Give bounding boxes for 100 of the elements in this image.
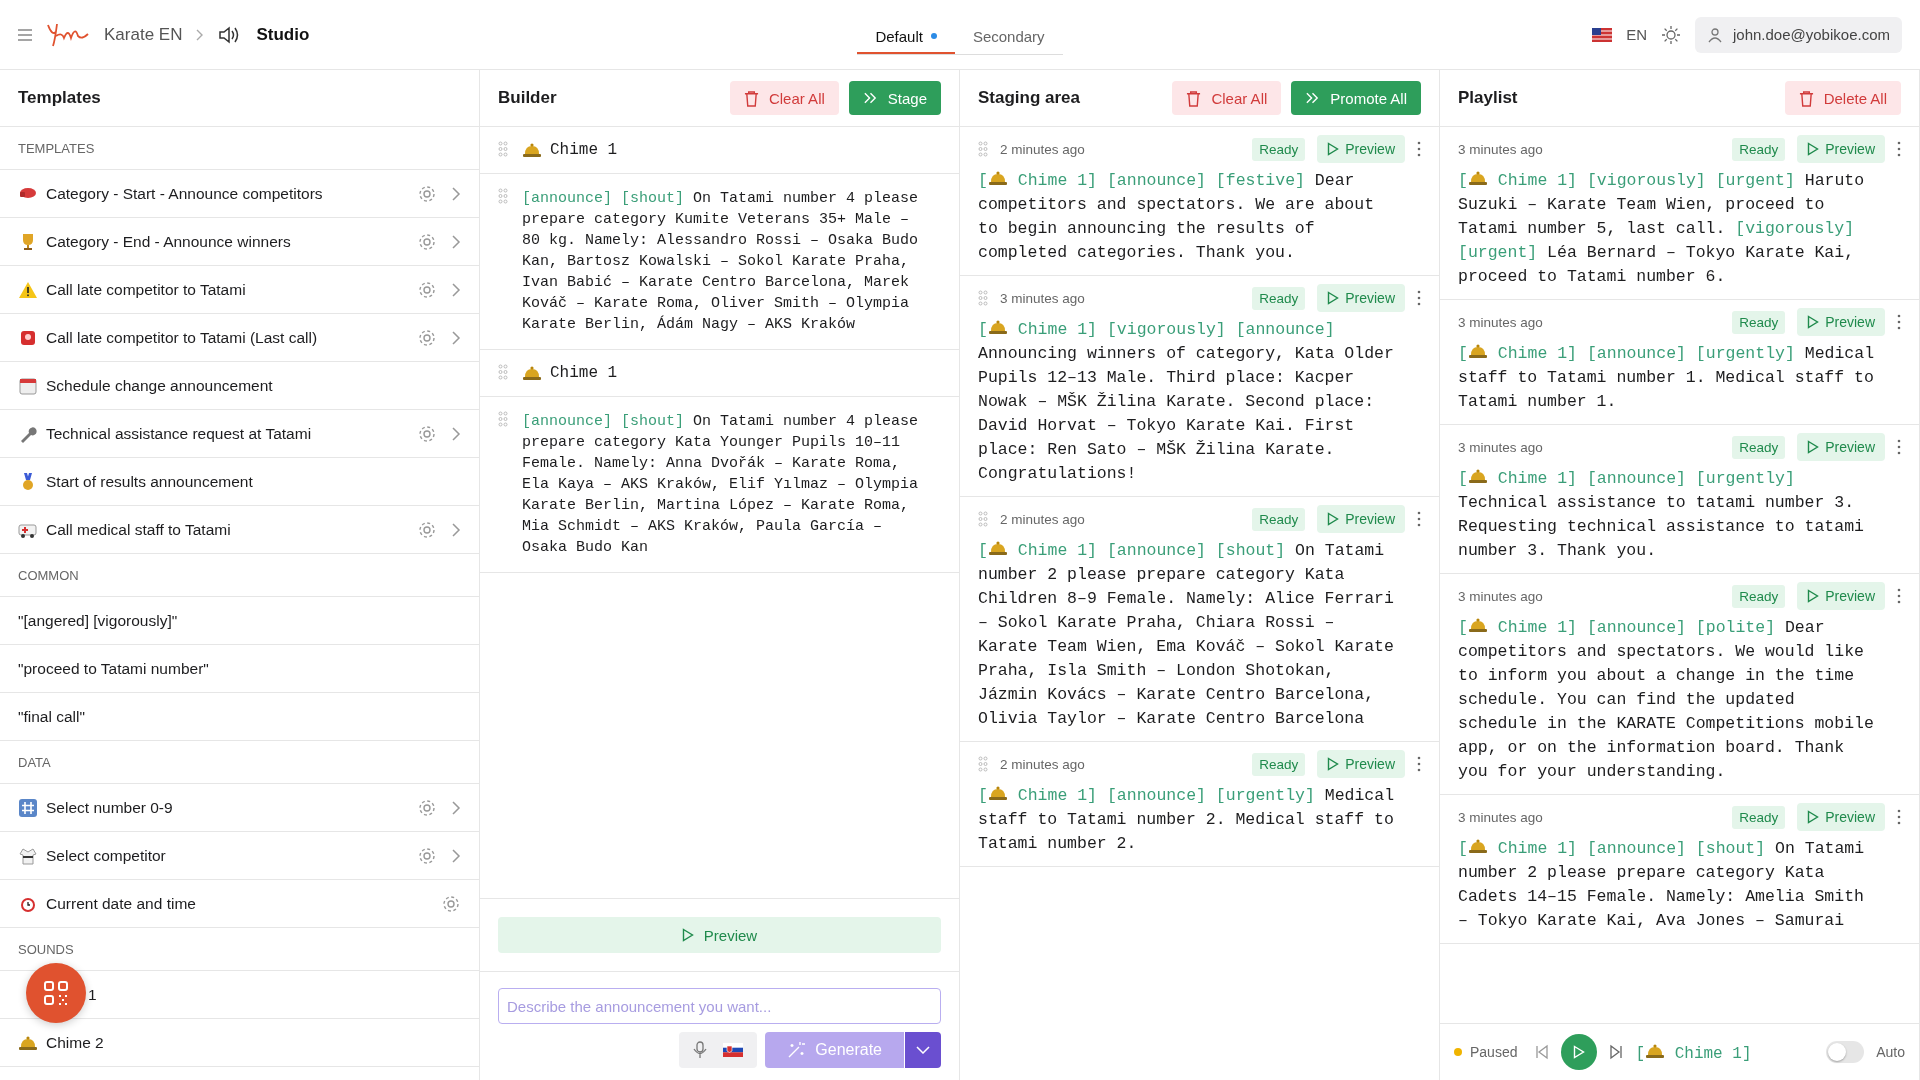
announcement-text: [ Chime 1] [vigorously] [urgent] Haruto Suzuki – Karate Team Wien, proceed to Tatami number 5, last call. [vigorously] [urgent] Léa Bernard – Tokyo Karate Kai, proceed to Tatami number 6. <box>1458 169 1866 288</box>
drag-handle-icon[interactable] <box>498 364 508 380</box>
section-heading: DATA <box>0 741 479 784</box>
microphone-icon <box>693 1041 708 1059</box>
drag-handle-icon[interactable] <box>498 141 508 157</box>
preview-button[interactable]: Preview <box>1797 308 1885 336</box>
preview-button[interactable]: Preview <box>1797 803 1885 831</box>
drag-handle-icon[interactable] <box>978 756 988 772</box>
template-label[interactable]: Schedule change announcement <box>46 376 273 395</box>
play-button[interactable] <box>1561 1034 1598 1070</box>
template-label[interactable]: 1 <box>88 985 97 1004</box>
template-label[interactable]: Select competitor <box>46 846 166 865</box>
template-label[interactable]: Call medical staff to Tatami <box>46 520 231 539</box>
announcement-text: [ Chime 1] [announce] [polite] Dear competitors and spectators. We would like to inform you about a change in the time schedule. You can find the updated schedule in the KARATE Competitions mobile app, or on the information board. Thank you for your understanding. <box>1458 616 1875 783</box>
template-label[interactable]: Category - Start - Announce competitors <box>46 184 323 203</box>
chevron-right-icon[interactable] <box>451 799 461 816</box>
template-label[interactable]: Call late competitor to Tatami <box>46 280 246 299</box>
auto-toggle[interactable] <box>1826 1041 1865 1063</box>
template-label[interactable]: Technical assistance request at Tatami <box>46 424 312 443</box>
prompt-field[interactable]: Describe the announcement you want... <box>498 988 941 1024</box>
preview-button[interactable]: Preview <box>1317 284 1405 312</box>
tab[interactable]: Secondary <box>954 20 1063 54</box>
settings-icon[interactable] <box>417 423 437 444</box>
chevron-right-icon[interactable] <box>451 847 461 864</box>
template-label[interactable]: Category - End - Announce winners <box>46 232 291 251</box>
toggle-label: Auto <box>1876 1044 1905 1060</box>
template-label[interactable]: Current date and time <box>46 894 196 913</box>
flag-icon <box>723 1043 744 1057</box>
preview-button[interactable]: Preview <box>1317 135 1405 163</box>
chevron-right-icon[interactable] <box>451 521 461 538</box>
preview-button[interactable]: Preview <box>1797 135 1885 163</box>
hash-icon <box>18 797 38 818</box>
preview-button[interactable]: Preview <box>498 917 941 953</box>
sun-icon[interactable] <box>1661 24 1681 45</box>
play-icon <box>1327 142 1340 156</box>
drag-handle-icon[interactable] <box>978 290 988 306</box>
more-options-icon[interactable] <box>1417 756 1421 772</box>
more-options-icon[interactable] <box>1897 809 1901 825</box>
player-status: Paused <box>1470 1044 1518 1060</box>
template-label[interactable]: "proceed to Tatami number" <box>18 659 209 678</box>
caret-icon <box>916 1046 930 1054</box>
more-options-icon[interactable] <box>1417 511 1421 527</box>
drag-handle-icon[interactable] <box>978 511 988 527</box>
qr-code-button[interactable] <box>26 963 86 1023</box>
more-options-icon[interactable] <box>1897 439 1901 455</box>
more-options-icon[interactable] <box>1417 141 1421 157</box>
announcement-text: [ Chime 1] [announce] [festive] Dear competitors and spectators. We are about to begin announcing the results of completed categories. Thank you. <box>978 169 1376 264</box>
bell-icon <box>987 784 1008 802</box>
status-badge: Ready <box>1252 286 1306 310</box>
drag-handle-icon[interactable] <box>498 188 508 204</box>
preview-button[interactable]: Preview <box>1317 505 1405 533</box>
clear-all-button[interactable]: Clear All <box>729 81 839 115</box>
play-icon <box>1807 315 1820 329</box>
settings-icon[interactable] <box>417 797 437 818</box>
settings-icon[interactable] <box>417 327 437 348</box>
clear-all-button[interactable]: Clear All <box>1172 81 1282 115</box>
more-options-icon[interactable] <box>1897 314 1901 330</box>
chevron-right-icon[interactable] <box>451 185 461 202</box>
template-label[interactable]: "[angered] [vigorously]" <box>18 611 178 630</box>
more-options-icon[interactable] <box>1897 588 1901 604</box>
preview-button[interactable]: Preview <box>1797 582 1885 610</box>
tab[interactable]: Default <box>857 20 955 54</box>
sound-label: Chime 1 <box>550 141 618 159</box>
drag-handle-icon[interactable] <box>978 141 988 157</box>
template-label[interactable]: "final call" <box>18 707 85 726</box>
skip-back-icon[interactable] <box>1535 1044 1550 1060</box>
timestamp: 2 minutes ago <box>1000 141 1085 157</box>
panel-title: Staging area <box>978 88 1081 108</box>
skip-forward-icon[interactable] <box>1609 1044 1624 1060</box>
chevron-right-icon[interactable] <box>451 425 461 442</box>
menu-icon[interactable] <box>18 28 32 41</box>
more-options-icon[interactable] <box>1897 141 1901 157</box>
chevron-right-icon[interactable] <box>451 281 461 298</box>
delete-all-button[interactable]: Delete All <box>1784 81 1901 115</box>
language-label[interactable]: EN <box>1626 26 1647 43</box>
settings-icon[interactable] <box>417 279 437 300</box>
chevron-right-icon[interactable] <box>451 233 461 250</box>
flag-icon[interactable] <box>1592 27 1613 42</box>
settings-icon[interactable] <box>417 183 437 204</box>
preview-button[interactable]: Preview <box>1317 750 1405 778</box>
chevron-right-icon[interactable] <box>451 329 461 346</box>
timestamp: 3 minutes ago <box>1458 141 1543 157</box>
status-badge: Ready <box>1252 137 1306 161</box>
voice-input-button[interactable] <box>679 1032 758 1068</box>
template-label[interactable]: Call late competitor to Tatami (Last call) <box>46 328 318 347</box>
settings-icon[interactable] <box>417 231 437 252</box>
template-label[interactable]: Chime 2 <box>46 1033 104 1052</box>
settings-icon[interactable] <box>441 893 461 914</box>
settings-icon[interactable] <box>417 845 437 866</box>
project-name[interactable]: Karate EN <box>104 24 183 45</box>
template-label[interactable]: Select number 0-9 <box>46 798 173 817</box>
preview-button[interactable]: Preview <box>1797 433 1885 461</box>
status-badge: Ready <box>1732 137 1786 161</box>
template-label[interactable]: Start of results announcement <box>46 472 253 491</box>
settings-icon[interactable] <box>417 519 437 540</box>
drag-handle-icon[interactable] <box>498 411 508 427</box>
more-options-icon[interactable] <box>1417 290 1421 306</box>
user-button[interactable]: john.doe@yobikoe.com <box>1695 16 1902 53</box>
dropdown-button[interactable] <box>905 1032 941 1068</box>
announcement-text: [ Chime 1] [announce] [shout] On Tatami number 2 please prepare category Kata Cadets 14–15 Female. Namely: Amelia Smith – Tokyo Karate Kai, Ava Jones – Samurai <box>1458 837 1866 932</box>
